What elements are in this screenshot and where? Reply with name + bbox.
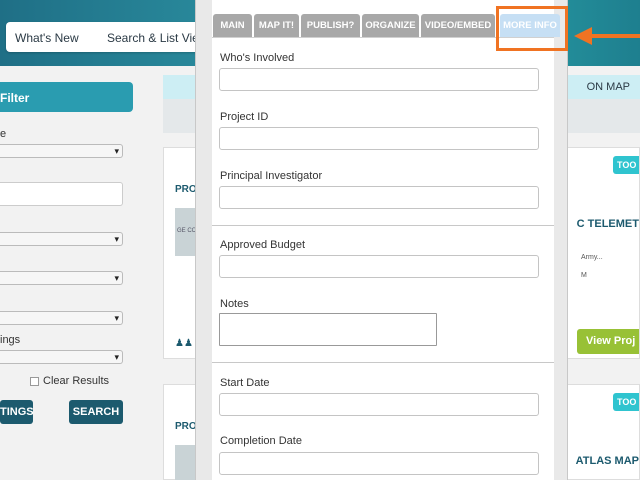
card-side-title[interactable]: C TELEMET <box>577 218 639 230</box>
principal-investigator-field[interactable] <box>219 186 539 209</box>
view-project-button[interactable]: View Proj <box>577 329 639 354</box>
tab-video-embed[interactable]: VIDEO/EMBED <box>421 14 495 37</box>
on-map-label[interactable]: ON MAP <box>587 81 630 93</box>
filter-select-5[interactable]: ▾ <box>0 350 123 364</box>
filter-input-1[interactable] <box>0 182 123 206</box>
filter-header[interactable]: Filter <box>0 82 133 112</box>
nav-whats-new[interactable]: What's New <box>15 31 79 45</box>
completion-date-field[interactable] <box>219 452 539 475</box>
modal-panel: MAIN MAP IT! PUBLISH? ORGANIZE VIDEO/EMB… <box>212 0 560 480</box>
start-date-field[interactable] <box>219 393 539 416</box>
card-project-title[interactable]: PRO <box>175 421 197 432</box>
tools-button[interactable]: TOO <box>613 393 639 411</box>
callout-arrow-icon <box>574 27 592 45</box>
approved-budget-field[interactable] <box>219 255 539 278</box>
card-detail-text-2: M <box>581 272 587 279</box>
filter-label-settings: ings <box>0 334 21 346</box>
approved-budget-label: Approved Budget <box>220 239 306 251</box>
project-id-field[interactable] <box>219 127 539 150</box>
settings-button[interactable]: TINGS <box>0 400 34 424</box>
more-info-highlight-box <box>496 6 568 51</box>
card-detail-text: Army... <box>581 254 603 261</box>
whos-involved-label: Who's Involved <box>220 52 295 64</box>
whos-involved-field[interactable] <box>219 68 539 91</box>
tools-button[interactable]: TOO <box>613 156 639 174</box>
search-button[interactable]: SEARCH <box>69 400 123 424</box>
notes-textarea[interactable] <box>219 313 437 346</box>
principal-investigator-label: Principal Investigator <box>220 170 323 182</box>
people-icon: ♟♟ <box>175 338 193 349</box>
filter-title: Filter <box>0 91 30 105</box>
filter-select-1[interactable]: ▾ <box>0 144 123 158</box>
filter-select-4[interactable]: ▾ <box>0 311 123 325</box>
tab-main[interactable]: MAIN <box>213 14 252 37</box>
completion-date-label: Completion Date <box>220 435 302 447</box>
card-thumbnail-text: GE CO <box>177 228 197 234</box>
tab-organize[interactable]: ORGANIZE <box>362 14 419 37</box>
clear-results[interactable]: Clear Results <box>30 375 109 387</box>
card-side-title[interactable]: ATLAS MAP <box>576 455 639 467</box>
start-date-label: Start Date <box>220 377 270 389</box>
notes-label: Notes <box>220 298 249 310</box>
filter-label-1: e <box>0 128 7 140</box>
clear-results-checkbox[interactable] <box>30 376 39 386</box>
section-divider <box>212 362 554 363</box>
section-divider <box>212 225 554 226</box>
tab-publish[interactable]: PUBLISH? <box>301 14 360 37</box>
callout-arrow-line <box>590 34 640 38</box>
filter-select-3[interactable]: ▾ <box>0 271 123 285</box>
project-id-label: Project ID <box>220 111 269 123</box>
card-project-title[interactable]: PRO <box>175 184 197 195</box>
tab-map-it[interactable]: MAP IT! <box>254 14 299 37</box>
edit-project-modal: MAIN MAP IT! PUBLISH? ORGANIZE VIDEO/EMB… <box>195 0 568 480</box>
clear-results-label: Clear Results <box>43 375 110 387</box>
filter-select-2[interactable]: ▾ <box>0 232 123 246</box>
